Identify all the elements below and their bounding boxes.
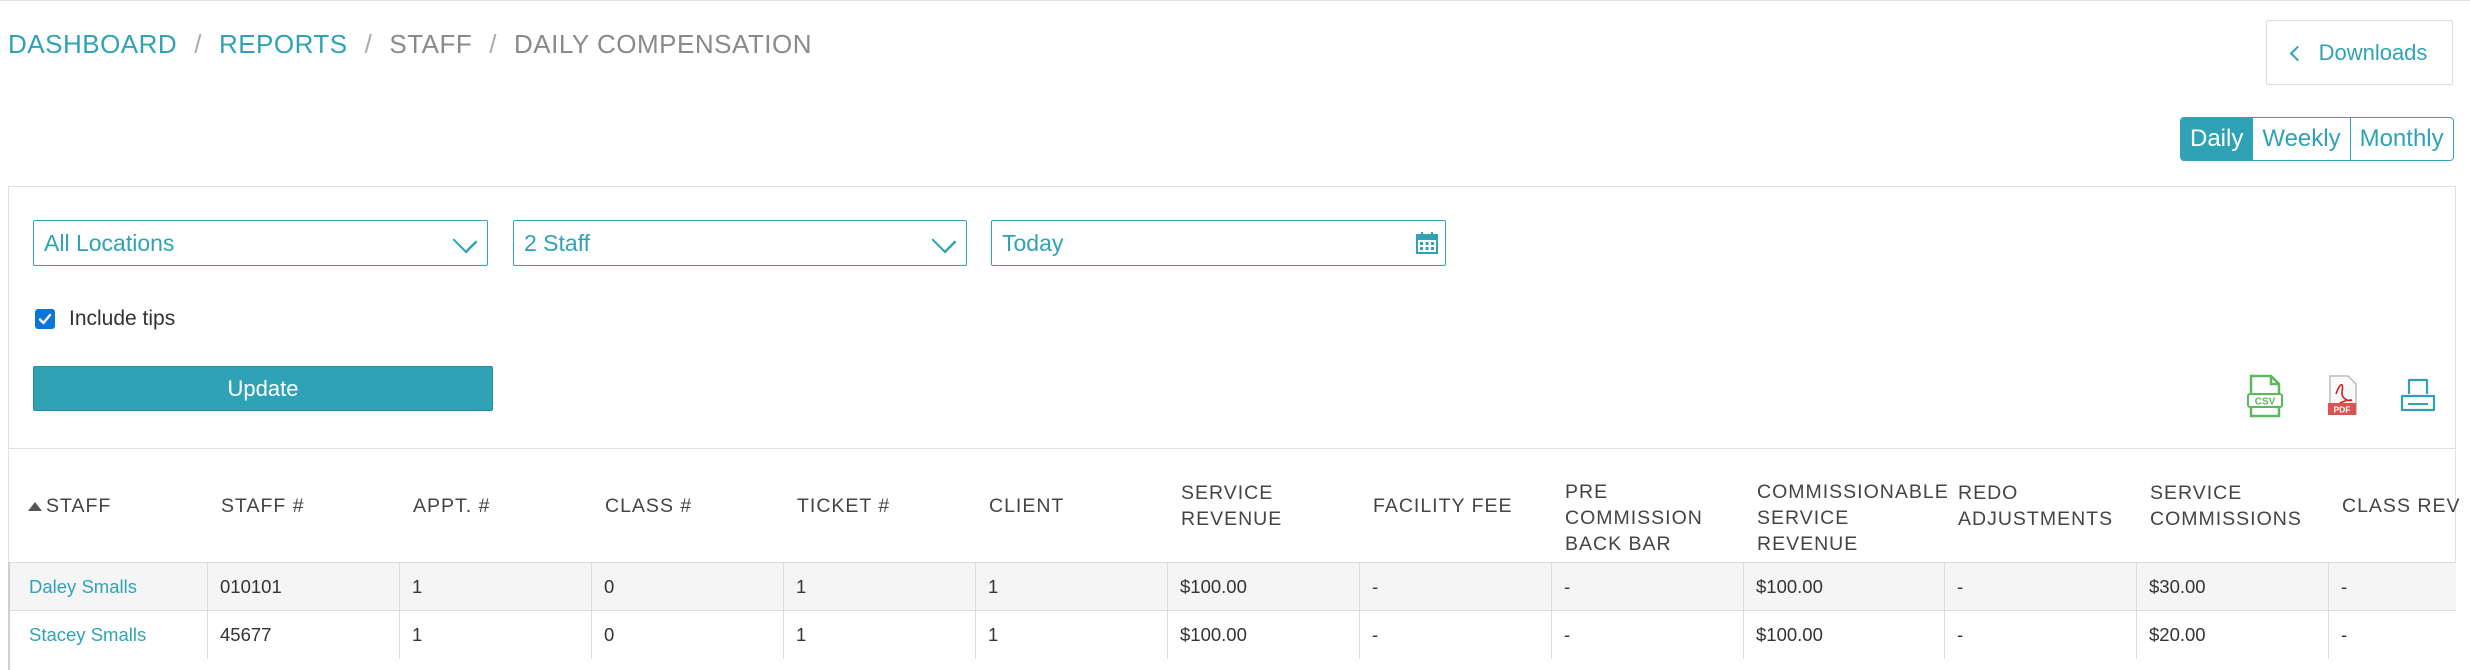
period-daily-button[interactable]: Daily bbox=[2181, 118, 2253, 160]
cell-class-rev: - bbox=[2328, 563, 2456, 611]
csv-icon[interactable]: CSV bbox=[2245, 374, 2285, 418]
column-header-service-revenue[interactable]: SERVICE REVENUE bbox=[1181, 449, 1282, 563]
cell-class-number: 0 bbox=[591, 563, 783, 611]
downloads-label: Downloads bbox=[2318, 39, 2428, 65]
cell-class-rev: - bbox=[2328, 611, 2456, 659]
breadcrumb-current: DAILY COMPENSATION bbox=[514, 28, 812, 59]
table-left-border bbox=[8, 562, 10, 670]
column-header-commissionable-service-revenue[interactable]: COMMISSIONABLE SERVICE REVENUE bbox=[1757, 449, 1949, 563]
column-header-service-commissions[interactable]: SERVICE COMMISSIONS bbox=[2150, 449, 2302, 563]
column-header-appt-number[interactable]: APPT. # bbox=[413, 449, 490, 563]
column-header-redo-adjustments[interactable]: REDO ADJUSTMENTS bbox=[1958, 449, 2113, 563]
cell-facility-fee: - bbox=[1359, 563, 1551, 611]
breadcrumb-dashboard[interactable]: DASHBOARD bbox=[8, 29, 177, 60]
cell-ticket-number: 1 bbox=[783, 563, 975, 611]
include-tips-label: Include tips bbox=[69, 307, 176, 330]
column-header-ticket-number[interactable]: TICKET # bbox=[797, 449, 890, 563]
column-header-facility-fee[interactable]: FACILITY FEE bbox=[1373, 449, 1513, 563]
print-icon[interactable] bbox=[2398, 374, 2438, 418]
cell-facility-fee: - bbox=[1359, 611, 1551, 659]
breadcrumb-separator: / bbox=[194, 28, 202, 59]
chevron-down-icon bbox=[931, 228, 957, 254]
column-header-pre-commission-back-bar[interactable]: PRE COMMISSION BACK BAR bbox=[1565, 449, 1703, 563]
cell-pre-commission-back-bar: - bbox=[1551, 611, 1743, 659]
include-tips-field: Include tips bbox=[35, 307, 175, 331]
location-select-value: All Locations bbox=[44, 229, 175, 256]
column-header-staff[interactable]: STAFF bbox=[28, 449, 111, 563]
cell-staff-number: 45677 bbox=[207, 611, 399, 659]
cell-staff: Daley Smalls bbox=[29, 563, 215, 611]
cell-appt-number: 1 bbox=[399, 563, 591, 611]
staff-link[interactable]: Daley Smalls bbox=[29, 576, 137, 598]
breadcrumb-separator: / bbox=[364, 28, 373, 59]
cell-service-commissions: $30.00 bbox=[2136, 563, 2328, 611]
svg-text:PDF: PDF bbox=[2334, 405, 2351, 415]
calendar-icon[interactable] bbox=[1415, 231, 1439, 255]
cell-pre-commission-back-bar: - bbox=[1551, 563, 1743, 611]
period-monthly-button[interactable]: Monthly bbox=[2349, 118, 2453, 160]
cell-staff: Stacey Smalls bbox=[29, 611, 215, 659]
downloads-button[interactable]: Downloads bbox=[2266, 20, 2453, 85]
cell-service-revenue: $100.00 bbox=[1167, 611, 1359, 659]
cell-class-number: 0 bbox=[591, 611, 783, 659]
staff-link[interactable]: Stacey Smalls bbox=[29, 624, 146, 646]
table-row: Stacey Smalls 45677 1 0 1 1 $100.00 - - … bbox=[8, 610, 2456, 670]
staff-select-value: 2 Staff bbox=[524, 229, 591, 256]
chevron-down-icon bbox=[452, 228, 478, 254]
pdf-icon[interactable]: PDF bbox=[2322, 374, 2362, 418]
cell-staff-number: 010101 bbox=[207, 563, 399, 611]
svg-text:CSV: CSV bbox=[2255, 397, 2276, 408]
cell-redo-adjustments: - bbox=[1944, 611, 2136, 659]
column-header-class-rev[interactable]: CLASS REV bbox=[2342, 449, 2460, 563]
column-header-client[interactable]: CLIENT bbox=[989, 449, 1064, 563]
column-header-staff-number[interactable]: STAFF # bbox=[221, 449, 305, 563]
date-picker-value: Today bbox=[1002, 229, 1064, 256]
checkmark-icon bbox=[38, 313, 52, 325]
sort-ascending-icon bbox=[28, 501, 42, 511]
cell-redo-adjustments: - bbox=[1944, 563, 2136, 611]
cell-commissionable-service-revenue: $100.00 bbox=[1743, 611, 1935, 659]
period-weekly-button[interactable]: Weekly bbox=[2252, 118, 2350, 160]
cell-service-revenue: $100.00 bbox=[1167, 563, 1359, 611]
cell-client: 1 bbox=[975, 563, 1167, 611]
cell-ticket-number: 1 bbox=[783, 611, 975, 659]
breadcrumb-separator: / bbox=[489, 28, 498, 59]
table-header: STAFF STAFF # APPT. # CLASS # TICKET # C… bbox=[8, 448, 2459, 563]
include-tips-checkbox[interactable] bbox=[35, 309, 55, 329]
period-toggle: Daily Weekly Monthly bbox=[2180, 117, 2454, 161]
cell-commissionable-service-revenue: $100.00 bbox=[1743, 563, 1935, 611]
breadcrumb: DASHBOARD / REPORTS / STAFF / DAILY COMP… bbox=[8, 28, 812, 60]
column-header-class-number[interactable]: CLASS # bbox=[605, 449, 692, 563]
breadcrumb-staff: STAFF bbox=[389, 28, 473, 59]
chevron-left-icon bbox=[2289, 45, 2305, 61]
cell-service-commissions: $20.00 bbox=[2136, 611, 2328, 659]
top-divider bbox=[0, 0, 2470, 1]
date-picker-input[interactable]: Today bbox=[991, 220, 1446, 266]
staff-select[interactable]: 2 Staff bbox=[513, 220, 967, 266]
update-button[interactable]: Update bbox=[33, 366, 493, 411]
breadcrumb-reports[interactable]: REPORTS bbox=[219, 29, 348, 60]
cell-client: 1 bbox=[975, 611, 1167, 659]
cell-appt-number: 1 bbox=[399, 611, 591, 659]
location-select[interactable]: All Locations bbox=[33, 220, 488, 266]
table-row: Daley Smalls 010101 1 0 1 1 $100.00 - - … bbox=[8, 562, 2456, 611]
